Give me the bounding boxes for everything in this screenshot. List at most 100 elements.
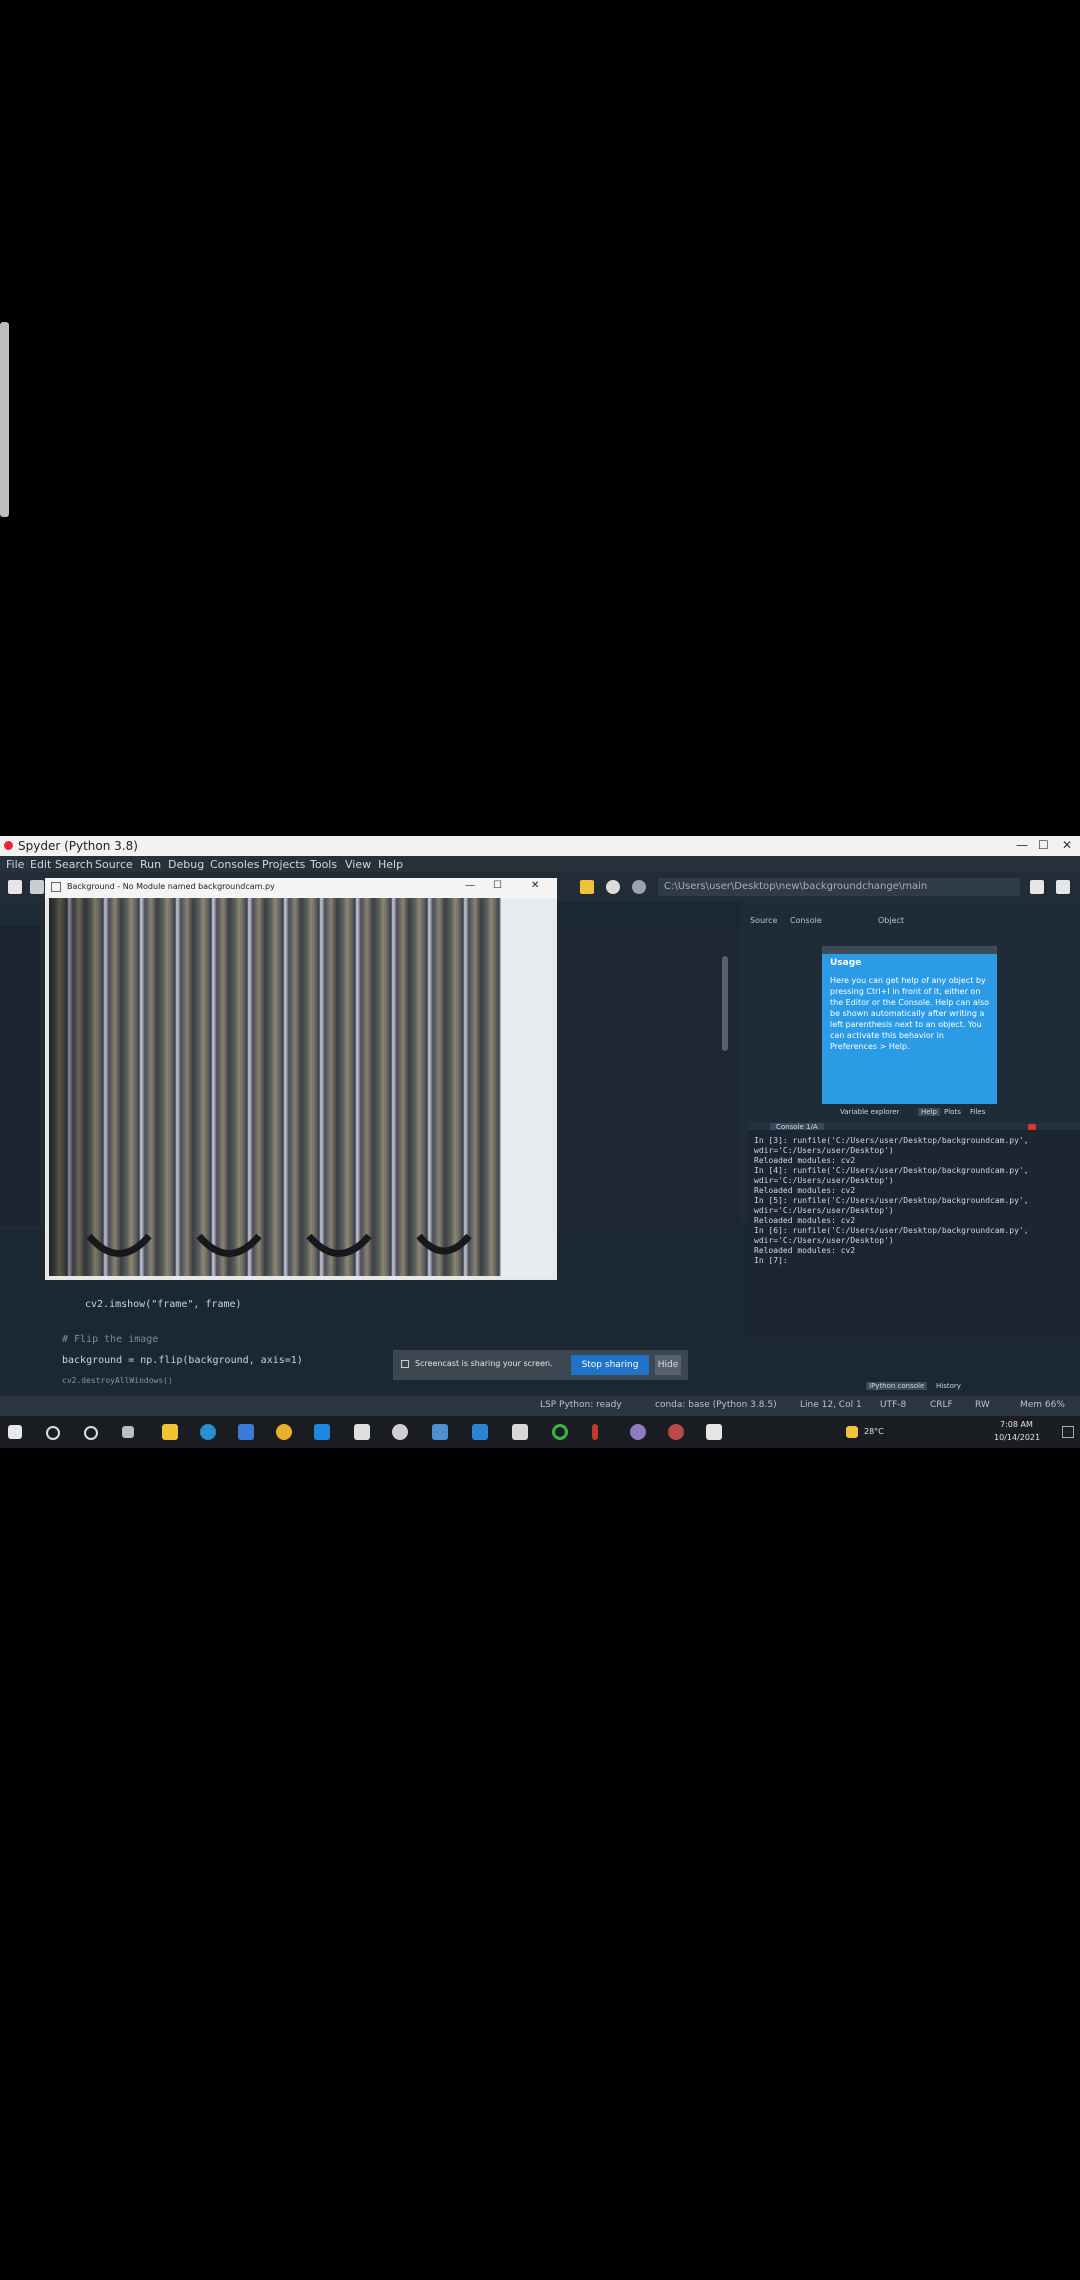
menu-debug[interactable]: Debug xyxy=(168,858,204,871)
menu-edit[interactable]: Edit xyxy=(30,858,51,871)
console-line: In [5]: runfile('C:/Users/user/Desktop/b… xyxy=(754,1196,1029,1205)
console-bottom-tabs: IPython console History xyxy=(866,1382,1006,1394)
tab-files[interactable]: Files xyxy=(970,1108,985,1116)
console-line: wdir='C:/Users/user/Desktop') xyxy=(754,1146,894,1155)
close-button[interactable]: ✕ xyxy=(1062,838,1072,852)
fabric-hem-pattern xyxy=(86,1233,472,1257)
weather-temp: 28°C xyxy=(864,1427,884,1436)
console-line: In [4]: runfile('C:/Users/user/Desktop/b… xyxy=(754,1166,1029,1175)
open-file-icon[interactable] xyxy=(30,880,44,894)
menu-projects[interactable]: Projects xyxy=(262,858,305,871)
console-line: Reloaded modules: cv2 xyxy=(754,1186,856,1195)
python-path-icon[interactable] xyxy=(632,880,646,894)
console-line: In [6]: runfile('C:/Users/user/Desktop/b… xyxy=(754,1226,1029,1235)
tab-help[interactable]: Help xyxy=(918,1108,940,1116)
camera-feed-image xyxy=(49,898,553,1276)
console-line: Reloaded modules: cv2 xyxy=(754,1246,856,1255)
menu-consoles[interactable]: Consoles xyxy=(210,858,259,871)
edge-icon[interactable] xyxy=(200,1424,216,1440)
menu-view[interactable]: View xyxy=(345,858,371,871)
windows-taskbar: 28°C 7:08 AM 10/14/2021 xyxy=(0,1416,1080,1448)
camera-window[interactable]: Background - No Module named backgroundc… xyxy=(45,878,557,1280)
minimize-button[interactable]: — xyxy=(1016,838,1028,852)
app-icon-red[interactable] xyxy=(668,1424,684,1440)
search-icon[interactable] xyxy=(46,1426,60,1440)
spyder-taskbar-icon[interactable] xyxy=(592,1424,598,1440)
camera-window-titlebar: Background - No Module named backgroundc… xyxy=(45,878,557,898)
console-line: In [3]: runfile('C:/Users/user/Desktop/b… xyxy=(754,1136,1029,1145)
status-encoding: UTF-8 xyxy=(880,1400,907,1410)
menu-file[interactable]: File xyxy=(6,858,24,871)
browse-folder-icon[interactable] xyxy=(1030,880,1044,894)
status-memory: Mem 66% xyxy=(1020,1400,1065,1410)
tab-history[interactable]: History xyxy=(936,1382,961,1390)
notification-center-icon[interactable] xyxy=(1062,1426,1074,1438)
menu-search[interactable]: Search xyxy=(55,858,93,871)
menu-tools[interactable]: Tools xyxy=(310,858,337,871)
camera-window-title: Background - No Module named backgroundc… xyxy=(67,882,275,891)
chrome-icon[interactable] xyxy=(276,1424,292,1440)
tab-plots[interactable]: Plots xyxy=(944,1108,961,1116)
cortana-icon[interactable] xyxy=(84,1426,98,1440)
sharing-text: Screencast is sharing your screen. xyxy=(415,1359,553,1368)
debug-icon[interactable] xyxy=(580,880,594,894)
tab-variable-explorer[interactable]: Variable explorer xyxy=(840,1108,899,1116)
document-icon[interactable] xyxy=(706,1424,722,1440)
sync-icon[interactable] xyxy=(552,1424,568,1440)
tab-ipython-console[interactable]: IPython console xyxy=(866,1382,928,1390)
scroll-indicator[interactable] xyxy=(0,322,9,517)
maximize-button[interactable]: ☐ xyxy=(1038,838,1049,852)
camera-close-button[interactable]: ✕ xyxy=(531,880,539,891)
stop-icon[interactable] xyxy=(606,880,620,894)
notepad-icon[interactable] xyxy=(354,1424,370,1440)
mail-icon[interactable] xyxy=(314,1424,330,1440)
menu-run[interactable]: Run xyxy=(140,858,161,871)
app-icon-purple[interactable] xyxy=(630,1424,646,1440)
status-rw: RW xyxy=(975,1400,990,1410)
status-eol: CRLF xyxy=(930,1400,953,1410)
app-titlebar: Spyder (Python 3.8) — ☐ ✕ xyxy=(0,836,1080,856)
console-line: In [7]: xyxy=(754,1256,788,1265)
code-line: cv2.destroyAllWindows() xyxy=(62,1376,173,1385)
camera-minimize-button[interactable]: — xyxy=(465,880,475,891)
new-file-icon[interactable] xyxy=(8,880,22,894)
help-source-select[interactable]: Console xyxy=(790,916,822,925)
weather-icon[interactable] xyxy=(846,1426,858,1438)
task-view-icon[interactable] xyxy=(122,1426,134,1438)
help-text: Here you can get help of any object by p… xyxy=(830,976,990,1051)
code-line: background = np.flip(background, axis=1) xyxy=(62,1355,303,1366)
status-bar: LSP Python: ready conda: base (Python 3.… xyxy=(0,1396,1080,1416)
window-app-icon xyxy=(51,882,61,892)
tray-time[interactable]: 7:08 AM xyxy=(1000,1420,1033,1429)
camera-feed-wall xyxy=(501,898,553,1276)
menu-source[interactable]: Source xyxy=(95,858,133,871)
console-line: Reloaded modules: cv2 xyxy=(754,1156,856,1165)
menu-help[interactable]: Help xyxy=(378,858,403,871)
tray-date[interactable]: 10/14/2021 xyxy=(994,1433,1040,1442)
ipython-console[interactable]: In [3]: runfile('C:/Users/user/Desktop/b… xyxy=(748,1130,1080,1338)
help-title: Usage xyxy=(830,958,862,968)
store-icon[interactable] xyxy=(238,1424,254,1440)
console-line: wdir='C:/Users/user/Desktop') xyxy=(754,1176,894,1185)
status-lsp: LSP Python: ready xyxy=(540,1400,622,1410)
working-directory-input[interactable]: C:\Users\user\Desktop\new\backgroundchan… xyxy=(658,878,1020,896)
file-explorer-icon[interactable] xyxy=(162,1424,178,1440)
camera-maximize-button[interactable]: ☐ xyxy=(493,880,502,891)
parent-dir-icon[interactable] xyxy=(1056,880,1070,894)
editor-scrollbar[interactable] xyxy=(722,956,728,1051)
app-title: Spyder (Python 3.8) xyxy=(18,839,138,853)
help-bottom-tabs: Variable explorer Help Plots Files xyxy=(840,1108,1020,1120)
help-source-label: Source xyxy=(750,916,778,925)
hide-button[interactable]: Hide xyxy=(655,1355,681,1375)
console-line: Reloaded modules: cv2 xyxy=(754,1216,856,1225)
python-icon[interactable] xyxy=(432,1424,448,1440)
help-usage-card: Usage Here you can get help of any objec… xyxy=(822,954,997,1104)
start-button-icon[interactable] xyxy=(8,1425,22,1439)
stop-sharing-button[interactable]: Stop sharing xyxy=(571,1355,649,1375)
status-cursor: Line 12, Col 1 xyxy=(800,1400,862,1410)
console-line: wdir='C:/Users/user/Desktop') xyxy=(754,1206,894,1215)
settings-icon[interactable] xyxy=(392,1424,408,1440)
photos-icon[interactable] xyxy=(512,1424,528,1440)
screen-sharing-notification: Screencast is sharing your screen. Stop … xyxy=(393,1350,688,1380)
vscode-icon[interactable] xyxy=(472,1424,488,1440)
